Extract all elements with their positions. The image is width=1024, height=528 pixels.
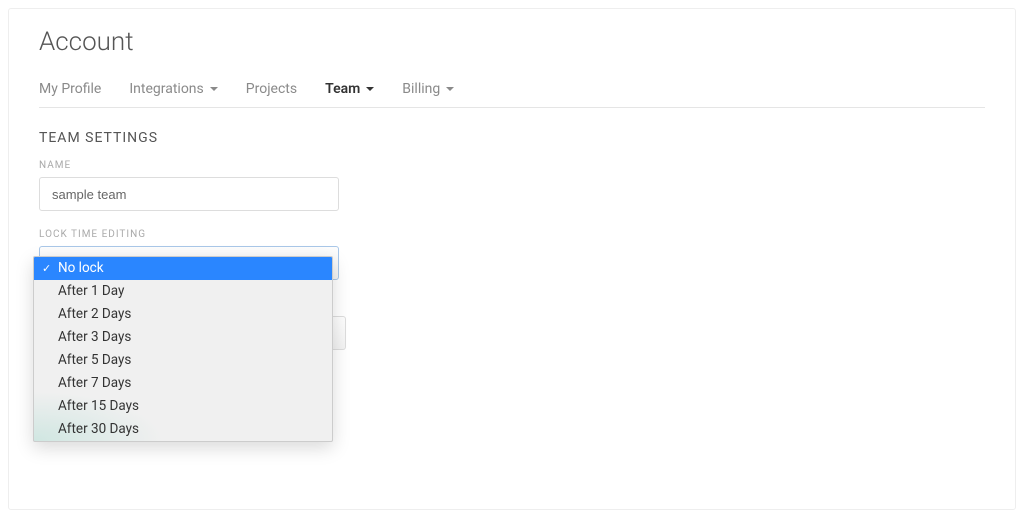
chevron-down-icon xyxy=(210,87,218,91)
tab-label: Billing xyxy=(402,81,440,97)
page-title: Account xyxy=(39,27,985,57)
tab-billing[interactable]: Billing xyxy=(402,75,454,107)
tab-label: My Profile xyxy=(39,81,101,97)
tab-team[interactable]: Team xyxy=(325,75,374,107)
dropdown-option-15-days[interactable]: After 15 Days xyxy=(34,395,332,418)
dropdown-option-no-lock[interactable]: No lock xyxy=(34,257,332,280)
tab-label: Team xyxy=(325,81,360,97)
lock-select-wrap: No lock After 1 Day After 2 Days After 3… xyxy=(39,246,339,280)
tab-label: Projects xyxy=(246,81,297,97)
tab-my-profile[interactable]: My Profile xyxy=(39,75,101,107)
account-panel: Account My Profile Integrations Projects… xyxy=(8,8,1016,510)
name-field-label: NAME xyxy=(39,160,985,171)
dropdown-option-7-days[interactable]: After 7 Days xyxy=(34,372,332,395)
tab-projects[interactable]: Projects xyxy=(246,75,297,107)
lock-field-label: LOCK TIME EDITING xyxy=(39,229,985,240)
dropdown-option-3-days[interactable]: After 3 Days xyxy=(34,326,332,349)
tab-integrations[interactable]: Integrations xyxy=(129,75,217,107)
tab-label: Integrations xyxy=(129,81,203,97)
dropdown-option-5-days[interactable]: After 5 Days xyxy=(34,349,332,372)
dropdown-option-30-days[interactable]: After 30 Days xyxy=(34,418,332,441)
chevron-down-icon xyxy=(366,87,374,91)
lock-time-dropdown: No lock After 1 Day After 2 Days After 3… xyxy=(33,256,333,442)
dropdown-option-1-day[interactable]: After 1 Day xyxy=(34,280,332,303)
dropdown-option-2-days[interactable]: After 2 Days xyxy=(34,303,332,326)
hidden-control-edge xyxy=(332,316,346,350)
tabs-nav: My Profile Integrations Projects Team Bi… xyxy=(39,75,985,108)
team-name-input[interactable] xyxy=(39,177,339,211)
chevron-down-icon xyxy=(446,87,454,91)
section-heading: TEAM SETTINGS xyxy=(39,130,985,146)
